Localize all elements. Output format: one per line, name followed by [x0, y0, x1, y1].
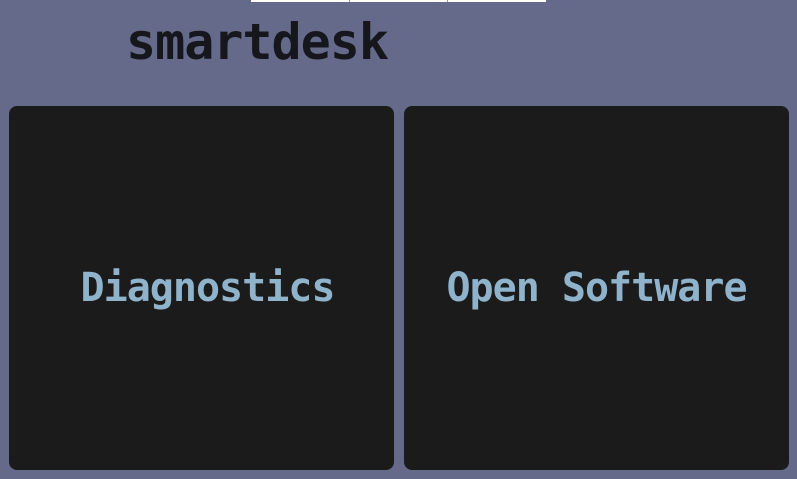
diagnostics-button[interactable]: Diagnostics [9, 106, 394, 470]
open-software-button[interactable]: Open Software [404, 106, 789, 470]
open-software-label: Open Software [446, 265, 747, 311]
top-window-strip [251, 0, 546, 2]
diagnostics-label: Diagnostics [80, 265, 336, 311]
top-strip-segment [251, 0, 350, 2]
top-strip-segment [350, 0, 449, 2]
app-title: smartdesk [126, 13, 389, 71]
top-strip-segment [448, 0, 546, 2]
